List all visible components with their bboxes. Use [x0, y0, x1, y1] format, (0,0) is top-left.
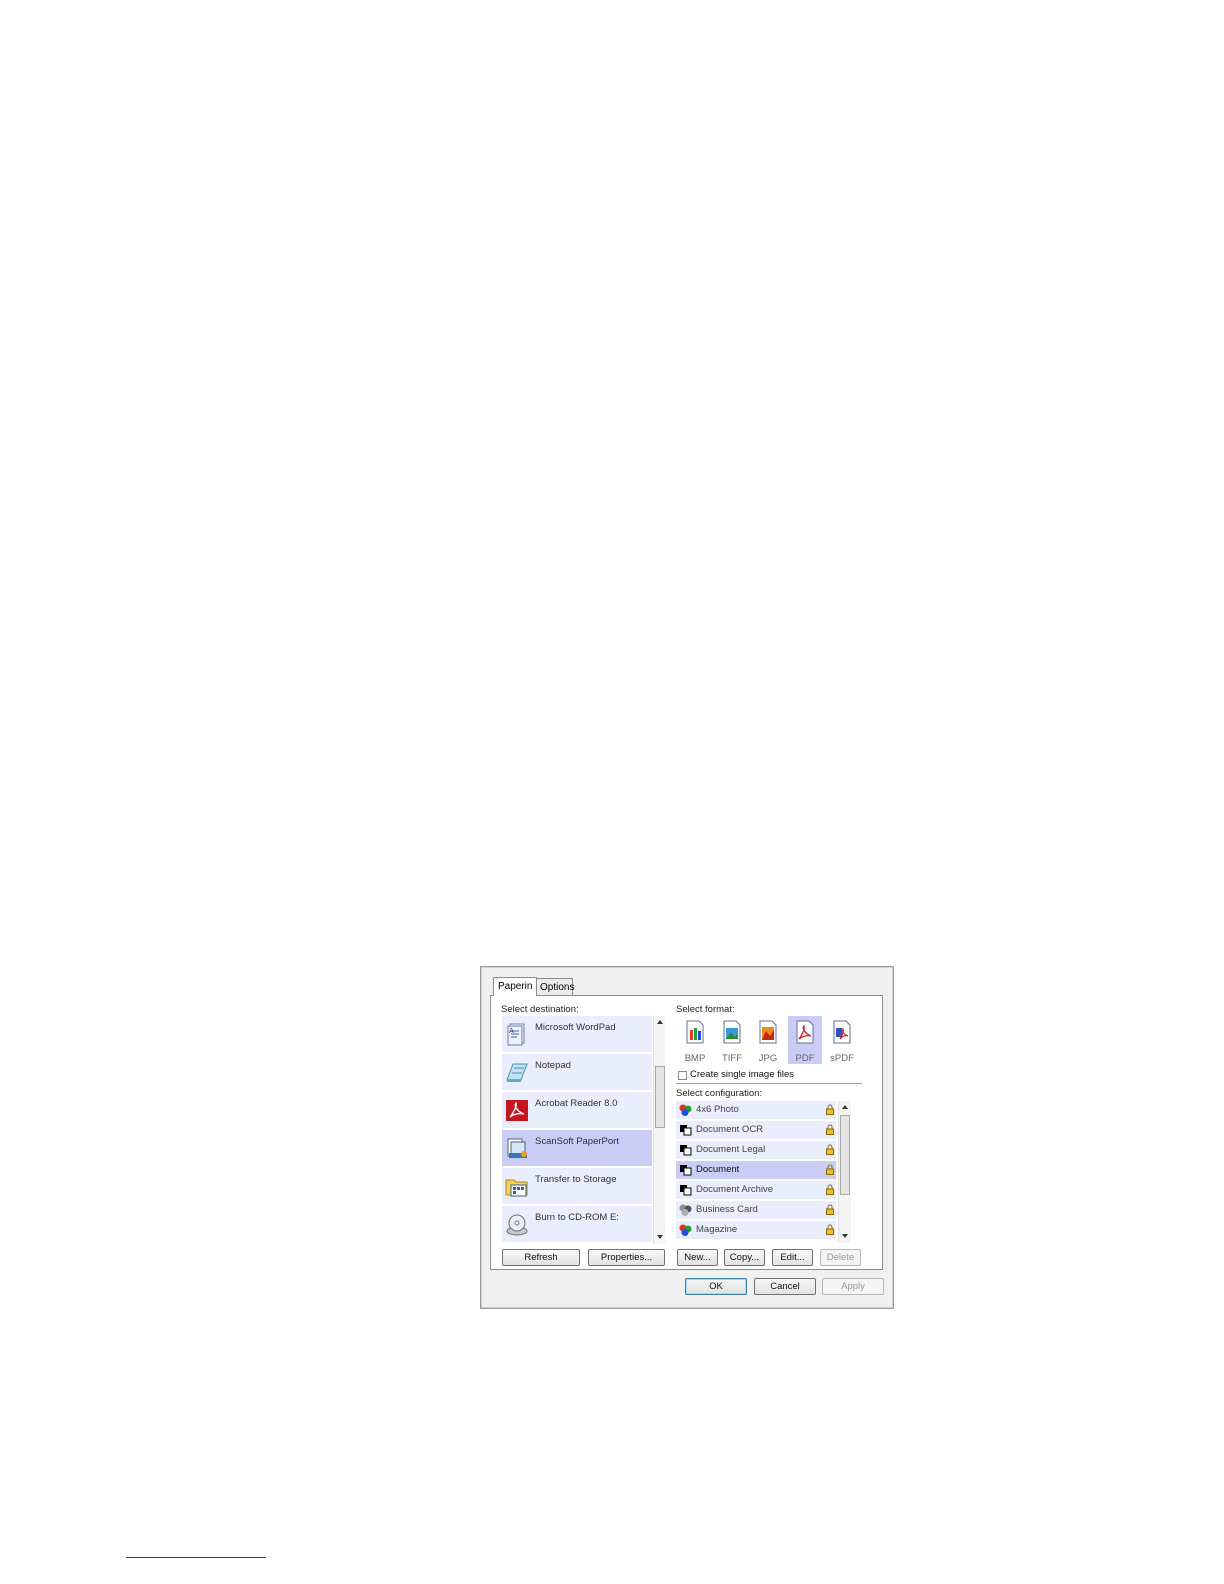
destination-label-wordpad: Microsoft WordPad [535, 1022, 616, 1033]
bw-document-icon [680, 1125, 692, 1136]
lock-icon [826, 1144, 834, 1155]
bw-document-icon [680, 1165, 692, 1176]
destination-scrollbar[interactable] [653, 1016, 665, 1244]
configuration-scroll-thumb[interactable] [840, 1115, 850, 1195]
format-spdf[interactable]: sPDF [825, 1016, 859, 1064]
bmp-icon [686, 1020, 704, 1044]
footnote-separator [126, 1557, 266, 1558]
acrobat-icon [506, 1100, 528, 1121]
lock-icon [826, 1204, 834, 1215]
format-divider [676, 1083, 862, 1084]
destination-item-cd-burn[interactable]: Burn to CD-ROM E: [502, 1206, 652, 1242]
destination-label: Select destination: [501, 1004, 579, 1015]
apply-button[interactable]: Apply [822, 1278, 884, 1295]
single-image-label[interactable]: Create single image files [690, 1069, 794, 1080]
destination-scroll-thumb[interactable] [655, 1066, 665, 1128]
format-tiff[interactable]: TIFF [715, 1016, 749, 1064]
cancel-button[interactable]: Cancel [754, 1278, 816, 1295]
configuration-scrollbar[interactable] [838, 1101, 851, 1243]
configuration-label: Select configuration: [676, 1088, 763, 1099]
destination-label-cd-burn: Burn to CD-ROM E: [535, 1212, 619, 1223]
ok-button[interactable]: OK [685, 1278, 747, 1295]
lock-icon [826, 1104, 834, 1115]
destination-label-acrobat: Acrobat Reader 8.0 [535, 1098, 618, 1109]
jpg-icon [759, 1020, 777, 1044]
configuration-label-business-card: Business Card [696, 1204, 758, 1215]
destination-item-notepad[interactable]: Notepad [502, 1054, 652, 1090]
format-caption-spdf: sPDF [830, 1053, 854, 1064]
configuration-list[interactable]: 4x6 Photo Document OCR Document Legal Do… [676, 1101, 862, 1243]
lock-icon [826, 1164, 834, 1175]
spdf-icon [833, 1020, 851, 1044]
configuration-item-business-card[interactable]: Business Card [676, 1201, 836, 1219]
scroll-down-arrow-icon[interactable] [842, 1234, 848, 1238]
configuration-label-document-archive: Document Archive [696, 1184, 774, 1195]
destination-item-paperport[interactable]: ScanSoft PaperPort [502, 1130, 652, 1166]
configuration-item-document-ocr[interactable]: Document OCR [676, 1121, 836, 1139]
configuration-item-document[interactable]: Document [676, 1161, 836, 1179]
svg-text:A: A [509, 1027, 514, 1035]
tab-paperin[interactable]: Paperin [493, 977, 538, 996]
wordpad-icon: A [507, 1023, 525, 1046]
format-caption-tiff: TIFF [721, 1053, 743, 1064]
format-label: Select format: [676, 1004, 735, 1015]
bw-document-icon [680, 1185, 692, 1196]
gray-card-icon [679, 1204, 692, 1216]
copy-config-button[interactable]: Copy... [724, 1249, 765, 1266]
paperport-icon [507, 1138, 527, 1158]
color-photo-icon [679, 1224, 692, 1236]
lock-icon [826, 1184, 834, 1195]
storage-folder-icon [505, 1179, 528, 1197]
destination-item-acrobat[interactable]: Acrobat Reader 8.0 [502, 1092, 652, 1128]
properties-button[interactable]: Properties... [588, 1249, 665, 1266]
edit-config-button[interactable]: Edit... [772, 1249, 813, 1266]
configuration-label-document-legal: Document Legal [696, 1144, 766, 1155]
destination-label-notepad: Notepad [535, 1060, 571, 1071]
format-caption-bmp: BMP [684, 1053, 706, 1064]
configuration-item-document-legal[interactable]: Document Legal [676, 1141, 836, 1159]
format-caption-jpg: JPG [758, 1053, 778, 1064]
configuration-label-4x6-photo: 4x6 Photo [696, 1104, 739, 1115]
format-bmp[interactable]: BMP [678, 1016, 712, 1064]
destination-item-storage[interactable]: Transfer to Storage [502, 1168, 652, 1204]
cd-burn-icon [506, 1214, 528, 1236]
destination-label-paperport: ScanSoft PaperPort [535, 1136, 619, 1147]
tiff-icon [723, 1020, 741, 1044]
pdf-icon [796, 1020, 814, 1044]
configuration-label-document-ocr: Document OCR [696, 1124, 764, 1135]
destination-list[interactable]: A Microsoft WordPad Notepad Acrobat Read… [502, 1016, 665, 1244]
configuration-item-4x6-photo[interactable]: 4x6 Photo [676, 1101, 836, 1119]
configuration-label-magazine: Magazine [696, 1224, 738, 1235]
lock-icon [826, 1224, 834, 1235]
configuration-item-magazine[interactable]: Magazine [676, 1221, 836, 1239]
format-caption-pdf: PDF [795, 1053, 815, 1064]
new-config-button[interactable]: New... [677, 1249, 718, 1266]
tab-options[interactable]: Options [535, 978, 574, 995]
scroll-down-arrow-icon[interactable] [657, 1235, 663, 1239]
scroll-up-arrow-icon[interactable] [842, 1105, 848, 1109]
format-jpg[interactable]: JPG [751, 1016, 785, 1064]
format-pdf[interactable]: PDF [788, 1016, 822, 1064]
configuration-item-document-archive[interactable]: Document Archive [676, 1181, 836, 1199]
color-photo-icon [679, 1104, 692, 1116]
configuration-label-document: Document [696, 1164, 740, 1175]
paperin-properties-dialog: Paperin Options Select destination: A Mi… [480, 966, 894, 1309]
destination-label-storage: Transfer to Storage [535, 1174, 617, 1185]
notepad-icon [506, 1063, 528, 1082]
delete-config-button[interactable]: Delete [820, 1249, 861, 1266]
bw-document-icon [680, 1145, 692, 1156]
lock-icon [826, 1124, 834, 1135]
single-image-checkbox[interactable] [678, 1071, 687, 1080]
scroll-up-arrow-icon[interactable] [657, 1020, 663, 1024]
refresh-button[interactable]: Refresh [502, 1249, 580, 1266]
tab-panel: Select destination: A Microsoft WordPad … [490, 995, 883, 1270]
destination-item-wordpad[interactable]: A Microsoft WordPad [502, 1016, 652, 1052]
